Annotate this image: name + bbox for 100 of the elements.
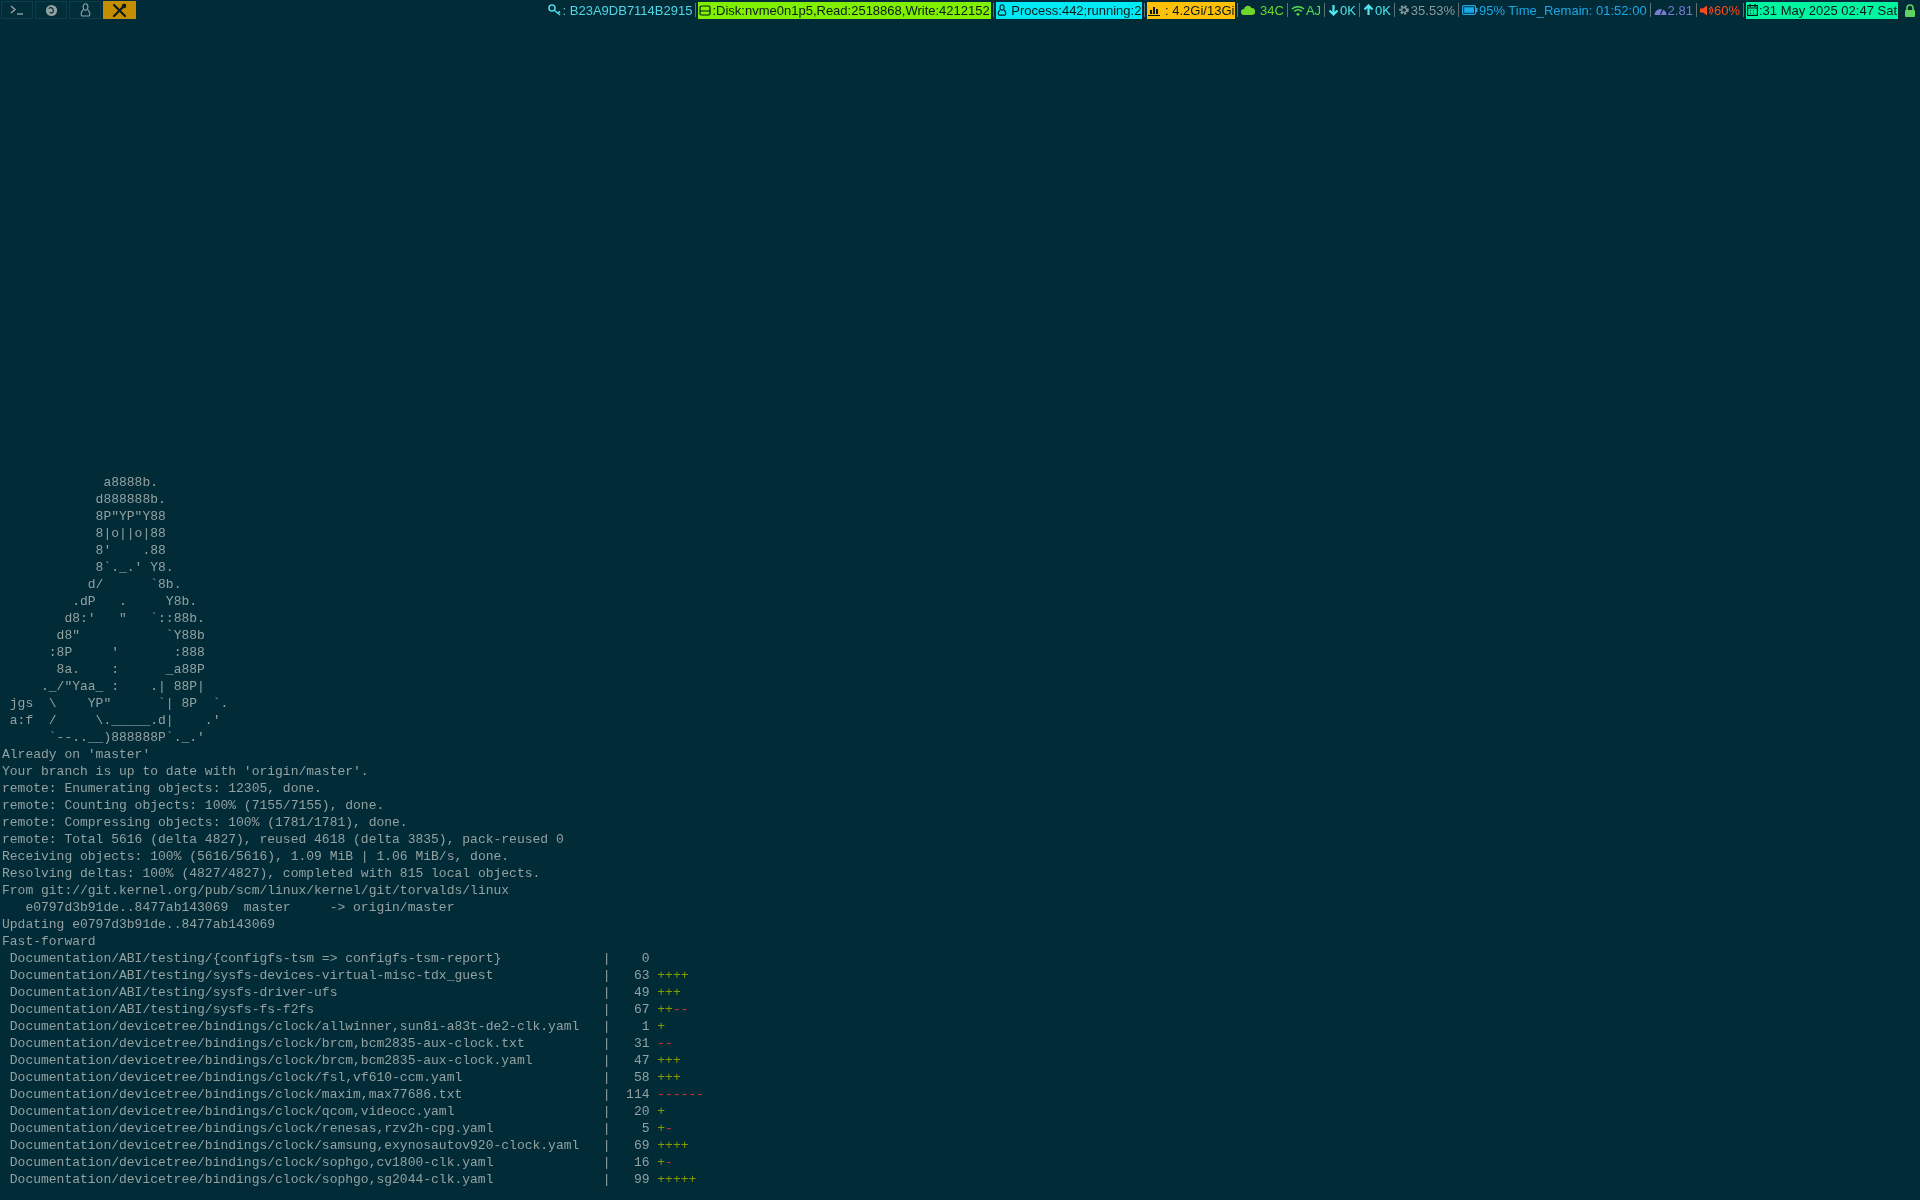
additions-marks: +++	[657, 1069, 681, 1086]
file-path: Documentation/devicetree/bindings/clock/brcm,bcm2835-aux-clock.yaml	[9, 1052, 533, 1069]
gear-icon	[1397, 4, 1410, 16]
terminal-line: remote: Compressing objects: 100% (1781/1781), done.	[2, 814, 408, 831]
column-separator: |	[602, 1069, 611, 1086]
terminal-line: Already on 'master'	[2, 746, 151, 763]
file-path: Documentation/devicetree/bindings/clock/sophgo,sg2044-clk.yaml	[9, 1171, 494, 1188]
workspace-tag[interactable]	[103, 1, 136, 19]
status-module: AJ	[1289, 1, 1323, 19]
column-separator: |	[602, 1154, 611, 1171]
column-separator: |	[602, 1120, 611, 1137]
battery-icon	[1461, 5, 1478, 15]
workspace-tag[interactable]	[69, 1, 101, 19]
column-separator: |	[602, 1001, 611, 1018]
deletions-marks: ------	[657, 1086, 705, 1103]
change-count: 114	[626, 1086, 650, 1103]
column-separator: |	[602, 984, 611, 1001]
status-module: 34C	[1240, 1, 1285, 19]
column-separator: |	[602, 967, 611, 984]
status-module: 0K	[1361, 1, 1392, 19]
additions-marks: +	[657, 1103, 666, 1120]
status-module: : B23A9DB7114B2915	[546, 1, 694, 19]
change-count: 99	[633, 1171, 650, 1188]
change-count: 0	[641, 950, 650, 967]
status-module: 35.53%	[1396, 1, 1456, 19]
change-count: 47	[633, 1052, 650, 1069]
speaker-icon	[1699, 4, 1713, 16]
terminal-line: Receiving objects: 100% (5616/5616), 1.09 MiB | 1.06 MiB/s, done.	[2, 848, 510, 865]
change-count: 69	[633, 1137, 650, 1154]
change-count: 1	[641, 1018, 650, 1035]
column-separator: |	[602, 1137, 611, 1154]
file-path: Documentation/ABI/testing/sysfs-devices-virtual-misc-tdx_guest	[9, 967, 494, 984]
additions-marks: +	[657, 1154, 666, 1171]
workspace-tag[interactable]	[1, 1, 33, 19]
calendar-icon	[1746, 4, 1758, 16]
status-module: :31 May 2025 02:47 Sat	[1745, 1, 1898, 19]
status-module: 0K	[1327, 1, 1357, 19]
additions-marks: +	[657, 1120, 666, 1137]
key-icon	[547, 4, 562, 16]
lock-icon	[1904, 3, 1916, 17]
workspace-tag[interactable]	[35, 1, 67, 19]
status-module: 60%	[1698, 1, 1741, 19]
wifi-icon	[1290, 4, 1305, 16]
deletions-marks: -	[665, 1120, 673, 1137]
file-path: Documentation/devicetree/bindings/clock/maxim,max77686.txt	[9, 1086, 463, 1103]
deletions-marks: -	[665, 1154, 673, 1171]
file-path: Documentation/devicetree/bindings/clock/fsl,vf610-ccm.yaml	[9, 1069, 463, 1086]
cloud-icon	[1241, 5, 1256, 15]
column-separator: |	[602, 1086, 611, 1103]
change-count: 20	[633, 1103, 650, 1120]
additions-marks: +	[657, 1018, 666, 1035]
change-count: 58	[633, 1069, 650, 1086]
up-arrow-icon	[1362, 4, 1374, 16]
column-separator: |	[602, 1018, 611, 1035]
additions-marks: ++++	[657, 967, 689, 984]
hard-drive-icon	[699, 4, 712, 16]
file-path: Documentation/ABI/testing/sysfs-driver-ufs	[9, 984, 338, 1001]
additions-marks: +++	[657, 984, 681, 1001]
file-path: Documentation/devicetree/bindings/clock/qcom,videocc.yaml	[9, 1103, 455, 1120]
additions-marks: ++++	[657, 1137, 689, 1154]
file-path: Documentation/ABI/testing/{configfs-tsm => configfs-tsm-report}	[9, 950, 502, 967]
change-count: 5	[641, 1120, 650, 1137]
down-arrow-icon	[1328, 4, 1340, 16]
terminal-prompt-icon	[10, 5, 24, 15]
change-count: 49	[633, 984, 650, 1001]
column-separator: |	[602, 1052, 611, 1069]
column-separator: |	[602, 1035, 611, 1052]
status-module: Process:442;running:2	[995, 1, 1143, 19]
change-count: 63	[633, 967, 650, 984]
column-separator: |	[602, 1103, 611, 1120]
status-module: 2.81	[1652, 1, 1694, 19]
terminal-line: Updating e0797d3b91de..8477ab143069	[2, 916, 276, 933]
additions-marks: +++++	[657, 1171, 697, 1188]
column-separator: |	[602, 950, 611, 967]
bar-chart-icon	[1148, 4, 1161, 16]
terminal-line: Your branch is up to date with 'origin/master'.	[2, 763, 369, 780]
file-path: Documentation/ABI/testing/sysfs-fs-f2fs	[9, 1001, 315, 1018]
file-path: Documentation/devicetree/bindings/clock/renesas,rzv2h-cpg.yaml	[9, 1120, 494, 1137]
terminal-line: e0797d3b91de..8477ab143069 master -> origin/master	[24, 899, 455, 916]
ascii-art: a8888b. d888888b. 8P"YP"Y88 8|o||o|88 8' .88 8`._.' Y8. d/ `8b. .dP . Y8b. d8:' " `::88b. d8" `Y88b :8P ' :888 8a. : _a88P ._/"Yaa_ : .| 88P| jgs \ YP" `| 8P `. a:f / \._____.d| .' `--..__)888888P`._.'	[8, 474, 229, 746]
terminal-line: remote: Total 5616 (delta 4827), reused 4618 (delta 3835), pack-reused 0	[2, 831, 564, 848]
column-separator: |	[602, 1171, 611, 1188]
terminal-line: remote: Counting objects: 100% (7155/7155), done.	[2, 797, 385, 814]
file-path: Documentation/devicetree/bindings/clock/allwinner,sun8i-a83t-de2-clk.yaml	[9, 1018, 580, 1035]
additions-marks: +++	[657, 1052, 681, 1069]
file-path: Documentation/devicetree/bindings/clock/sophgo,cv1800-clk.yaml	[9, 1154, 494, 1171]
status-module: :Disk:nvme0n1p5,Read:2518868,Write:4212152	[698, 1, 991, 19]
deletions-marks: --	[657, 1035, 673, 1052]
terminal-line: From git://git.kernel.org/pub/scm/linux/kernel/git/torvalds/linux	[2, 882, 510, 899]
status-module: : 4.2Gi/13Gi	[1147, 1, 1236, 19]
deletions-marks: --	[672, 1001, 689, 1018]
file-path: Documentation/devicetree/bindings/clock/samsung,exynosautov920-clock.yaml	[9, 1137, 580, 1154]
change-count: 31	[633, 1035, 650, 1052]
terminal-line: Resolving deltas: 100% (4827/4827), completed with 815 local objects.	[2, 865, 541, 882]
change-count: 16	[633, 1154, 650, 1171]
additions-marks: ++	[657, 1001, 673, 1018]
file-path: Documentation/devicetree/bindings/clock/brcm,bcm2835-aux-clock.txt	[9, 1035, 525, 1052]
change-count: 67	[633, 1001, 650, 1018]
terminal-line: Fast-forward	[2, 933, 96, 950]
terminal-line: remote: Enumerating objects: 12305, done.	[2, 780, 322, 797]
